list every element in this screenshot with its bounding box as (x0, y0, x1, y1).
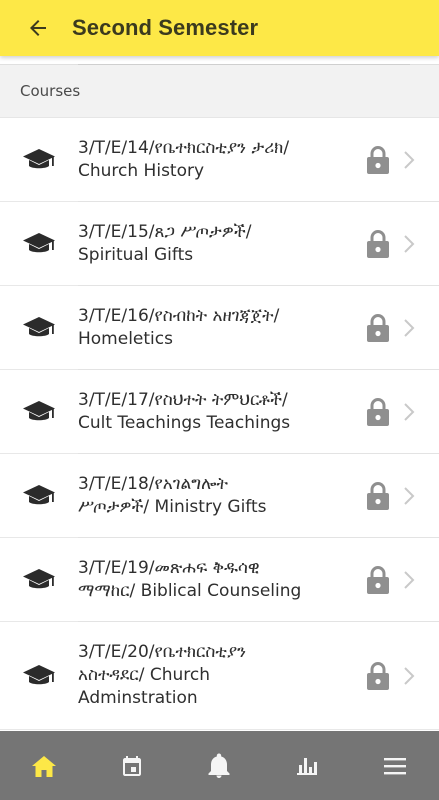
course-item[interactable]: 3/T/E/18/የአገልግሎት ሥጦታዎች/ Ministry Gifts (0, 454, 439, 538)
nav-calendar[interactable] (102, 736, 162, 796)
course-code: 3/T/E/14/የቤተክርስቲያን ታሪክ/ (78, 137, 290, 158)
bottom-navigation (0, 731, 439, 800)
course-code: 3/T/E/18/የአገልግሎት (78, 473, 229, 494)
course-item[interactable]: 3/T/E/15/ጸጋ ሥጦታዎች/ Spiritual Gifts (0, 202, 439, 286)
course-code: 3/T/E/16/የስብከት አዘገጃጀት/ (78, 305, 280, 326)
graduation-cap-icon (0, 399, 78, 425)
course-code: 3/T/E/17/የስህተት ትምህርቶች/ (78, 389, 288, 410)
page-title: Second Semester (72, 15, 259, 40)
course-title: 3/T/E/20/የቤተክርስቲያን አስተዳደር/ Church Admins… (78, 641, 357, 710)
course-item[interactable]: 3/T/E/20/የቤተክርስቲያን አስተዳደር/ Church Admins… (0, 622, 439, 730)
lock-icon (357, 565, 399, 595)
nav-home[interactable] (14, 736, 74, 796)
nav-stats[interactable] (277, 736, 337, 796)
course-item[interactable]: 3/T/E/17/የስህተት ትምህርቶች/ Cult Teachings Te… (0, 370, 439, 454)
course-list: 3/T/E/14/የቤተክርስቲያን ታሪክ/ Church History 3… (0, 118, 439, 730)
course-title: 3/T/E/15/ጸጋ ሥጦታዎች/ Spiritual Gifts (78, 221, 357, 267)
graduation-cap-icon (0, 567, 78, 593)
lock-icon (357, 229, 399, 259)
lock-icon (357, 481, 399, 511)
bell-icon (208, 753, 230, 778)
course-name: Homeletics (78, 328, 173, 349)
course-item[interactable]: 3/T/E/19/መጽሐፍ ቅዱሳዊ ማማከር/ Biblical Counse… (0, 538, 439, 622)
chevron-right-icon (399, 486, 439, 506)
divider (78, 64, 410, 65)
app-bar: Second Semester (0, 0, 439, 56)
bar-chart-icon (297, 757, 318, 775)
lock-icon (357, 145, 399, 175)
course-title: 3/T/E/16/የስብከት አዘገጃጀት/ Homeletics (78, 305, 357, 351)
course-name: Spiritual Gifts (78, 244, 194, 265)
graduation-cap-icon (0, 231, 78, 257)
chevron-right-icon (399, 402, 439, 422)
course-code: 3/T/E/19/መጽሐፍ ቅዱሳዊ (78, 557, 260, 578)
course-name-continued: Adminstration (78, 688, 198, 708)
lock-icon (357, 397, 399, 427)
graduation-cap-icon (0, 315, 78, 341)
course-code: 3/T/E/15/ጸጋ ሥጦታዎች/ (78, 221, 252, 242)
graduation-cap-icon (0, 483, 78, 509)
course-item[interactable]: 3/T/E/14/የቤተክርስቲያን ታሪክ/ Church History (0, 118, 439, 202)
course-title: 3/T/E/14/የቤተክርስቲያን ታሪክ/ Church History (78, 137, 357, 183)
course-code: 3/T/E/20/የቤተክርስቲያን (78, 642, 247, 662)
home-icon (31, 755, 56, 777)
course-name: ማማከር/ Biblical Counseling (78, 580, 302, 601)
app-screen: Second Semester Courses 3/T/E/14/የቤተክርስቲ… (0, 0, 439, 800)
chevron-right-icon (399, 318, 439, 338)
chevron-right-icon (399, 570, 439, 590)
course-name: Church History (78, 160, 205, 181)
course-name: አስተዳደር/ Church (78, 665, 210, 685)
section-label: Courses (20, 82, 81, 100)
chevron-right-icon (399, 666, 439, 686)
course-title: 3/T/E/17/የስህተት ትምህርቶች/ Cult Teachings Te… (78, 389, 357, 435)
arrow-left-icon (30, 20, 46, 36)
nav-menu[interactable] (365, 736, 425, 796)
course-item[interactable]: 3/T/E/16/የስብከት አዘገጃጀት/ Homeletics (0, 286, 439, 370)
nav-notifications[interactable] (189, 736, 249, 796)
section-header-courses: Courses (0, 64, 439, 118)
course-name: ሥጦታዎች/ Ministry Gifts (78, 496, 267, 517)
calendar-icon (122, 755, 141, 776)
back-button[interactable] (10, 0, 66, 56)
course-name: Cult Teachings Teachings (78, 412, 291, 433)
graduation-cap-icon (0, 147, 78, 173)
menu-icon (384, 757, 407, 774)
chevron-right-icon (399, 234, 439, 254)
chevron-right-icon (399, 150, 439, 170)
course-title: 3/T/E/19/መጽሐፍ ቅዱሳዊ ማማከር/ Biblical Counse… (78, 557, 357, 603)
graduation-cap-icon (0, 663, 78, 689)
course-title: 3/T/E/18/የአገልግሎት ሥጦታዎች/ Ministry Gifts (78, 473, 357, 519)
lock-icon (357, 661, 399, 691)
lock-icon (357, 313, 399, 343)
